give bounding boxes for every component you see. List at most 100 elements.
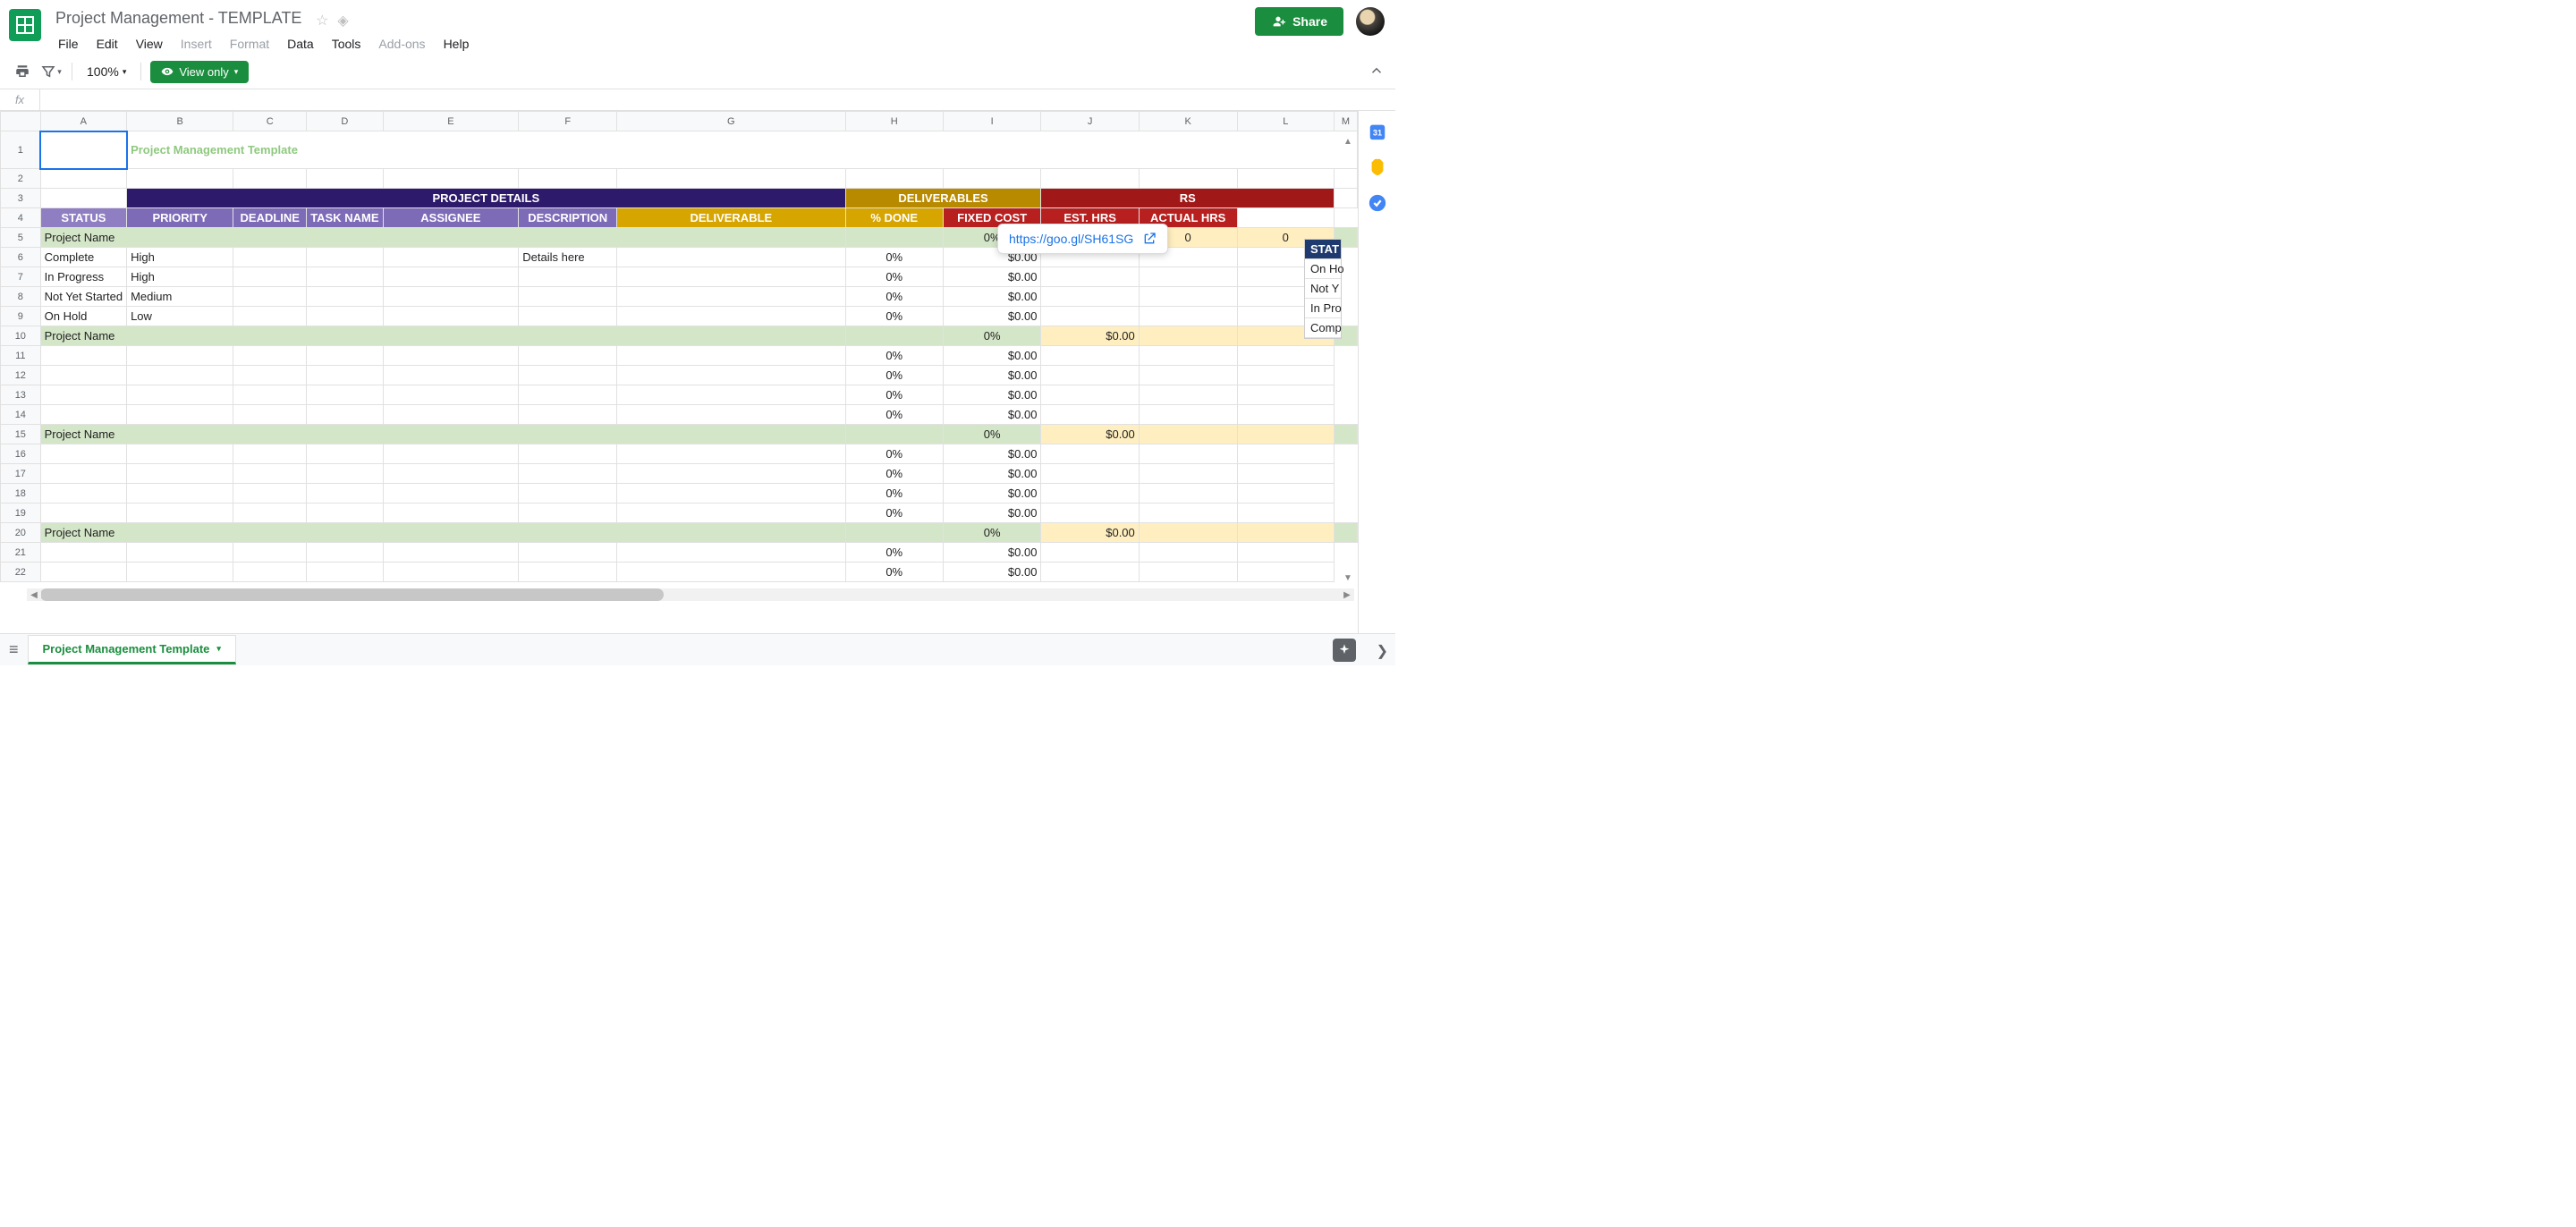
deadline-cell[interactable] — [233, 484, 307, 503]
menu-format[interactable]: Format — [222, 33, 277, 55]
menu-tools[interactable]: Tools — [324, 33, 369, 55]
project-name-cell[interactable]: Project Name — [40, 425, 845, 444]
section-header-hours[interactable]: RS — [1041, 189, 1335, 208]
fixed-cost-cell[interactable]: $0.00 — [943, 444, 1041, 464]
cell[interactable] — [1237, 503, 1335, 523]
assignee-cell[interactable] — [383, 366, 519, 385]
est-hrs-cell[interactable] — [1041, 287, 1139, 307]
deadline-cell[interactable] — [233, 267, 307, 287]
column-header[interactable]: L — [1237, 112, 1335, 131]
fixed-cost-cell[interactable]: $0.00 — [1041, 326, 1139, 346]
status-cell[interactable] — [40, 543, 126, 563]
status-cell[interactable] — [40, 563, 126, 582]
fixed-cost-cell[interactable]: $0.00 — [943, 287, 1041, 307]
menu-view[interactable]: View — [128, 33, 171, 55]
status-cell[interactable] — [40, 366, 126, 385]
deadline-cell[interactable] — [233, 444, 307, 464]
row-header[interactable]: 6 — [1, 248, 41, 267]
description-cell[interactable] — [519, 267, 617, 287]
status-cell[interactable]: Not Yet Started — [40, 287, 126, 307]
task-name-cell[interactable] — [307, 385, 383, 405]
priority-cell[interactable]: High — [127, 248, 233, 267]
star-icon[interactable]: ☆ — [316, 12, 328, 30]
priority-cell[interactable]: Low — [127, 307, 233, 326]
est-hrs-cell[interactable] — [1041, 484, 1139, 503]
cell[interactable] — [1237, 366, 1335, 385]
menu-data[interactable]: Data — [279, 33, 322, 55]
fixed-cost-cell[interactable]: $0.00 — [943, 543, 1041, 563]
status-float-item[interactable]: In Pro — [1305, 299, 1341, 318]
sheet-title[interactable]: Project Management Template — [127, 131, 1358, 169]
move-to-drive-icon[interactable]: ◈ — [337, 12, 348, 30]
est-hrs-cell[interactable] — [1041, 307, 1139, 326]
deliverable-cell[interactable] — [617, 287, 846, 307]
assignee-cell[interactable] — [383, 248, 519, 267]
priority-cell[interactable] — [127, 385, 233, 405]
assignee-cell[interactable] — [383, 444, 519, 464]
col-header-priority[interactable]: PRIORITY — [127, 208, 233, 228]
pct-done-cell[interactable]: 0% — [845, 287, 943, 307]
deadline-cell[interactable] — [233, 464, 307, 484]
description-cell[interactable] — [519, 287, 617, 307]
deliverable-cell[interactable] — [617, 543, 846, 563]
cell[interactable] — [40, 189, 126, 208]
cell[interactable] — [617, 169, 846, 189]
section-header-deliverables[interactable]: DELIVERABLES — [845, 189, 1041, 208]
cell[interactable] — [383, 169, 519, 189]
actual-hrs-cell[interactable] — [1139, 385, 1237, 405]
deliverable-cell[interactable] — [617, 366, 846, 385]
deadline-cell[interactable] — [233, 503, 307, 523]
deliverable-cell[interactable] — [617, 385, 846, 405]
assignee-cell[interactable] — [383, 563, 519, 582]
status-cell[interactable] — [40, 385, 126, 405]
status-float-header[interactable]: STAT — [1305, 240, 1341, 259]
est-hrs-cell[interactable] — [1041, 464, 1139, 484]
col-header-task-name[interactable]: TASK NAME — [307, 208, 383, 228]
explore-button[interactable] — [1333, 639, 1356, 662]
task-name-cell[interactable] — [307, 503, 383, 523]
select-all-corner[interactable] — [1, 112, 41, 131]
row-header[interactable]: 13 — [1, 385, 41, 405]
scroll-left-icon[interactable]: ◀ — [27, 588, 41, 601]
pct-done-cell[interactable]: 0% — [845, 366, 943, 385]
column-header[interactable]: D — [307, 112, 383, 131]
task-name-cell[interactable] — [307, 248, 383, 267]
cell[interactable] — [40, 169, 126, 189]
menu-addons[interactable]: Add-ons — [370, 33, 433, 55]
est-hrs-cell[interactable] — [1041, 563, 1139, 582]
cell[interactable] — [233, 169, 307, 189]
fixed-cost-cell[interactable]: $0.00 — [943, 484, 1041, 503]
description-cell[interactable] — [519, 366, 617, 385]
cell[interactable] — [1237, 346, 1335, 366]
column-header[interactable]: H — [845, 112, 943, 131]
assignee-cell[interactable] — [383, 267, 519, 287]
column-header[interactable]: A — [40, 112, 126, 131]
est-hrs-cell[interactable] — [1041, 543, 1139, 563]
cell[interactable] — [1237, 169, 1335, 189]
deadline-cell[interactable] — [233, 366, 307, 385]
assignee-cell[interactable] — [383, 503, 519, 523]
project-name-cell[interactable]: Project Name — [40, 228, 845, 248]
cell[interactable] — [519, 169, 617, 189]
deliverable-cell[interactable] — [617, 464, 846, 484]
status-dropdown-list[interactable]: STATOn HoNot YIn ProComp — [1304, 239, 1342, 339]
est-hrs-cell[interactable] — [1041, 346, 1139, 366]
col-header-pct-done[interactable]: % DONE — [845, 208, 943, 228]
project-name-cell[interactable]: Project Name — [40, 326, 845, 346]
est-hrs-cell[interactable] — [1041, 405, 1139, 425]
cell[interactable] — [1237, 385, 1335, 405]
pct-done-cell[interactable]: 0% — [943, 326, 1041, 346]
task-name-cell[interactable] — [307, 543, 383, 563]
pct-done-cell[interactable]: 0% — [845, 267, 943, 287]
assignee-cell[interactable] — [383, 385, 519, 405]
cell[interactable] — [1237, 543, 1335, 563]
deliverable-cell[interactable] — [617, 484, 846, 503]
deliverable-cell[interactable] — [617, 503, 846, 523]
row-header[interactable]: 5 — [1, 228, 41, 248]
status-cell[interactable] — [40, 444, 126, 464]
menu-file[interactable]: File — [50, 33, 87, 55]
sheets-logo[interactable] — [7, 7, 43, 43]
priority-cell[interactable] — [127, 405, 233, 425]
row-header[interactable]: 3 — [1, 189, 41, 208]
column-header[interactable]: I — [943, 112, 1041, 131]
